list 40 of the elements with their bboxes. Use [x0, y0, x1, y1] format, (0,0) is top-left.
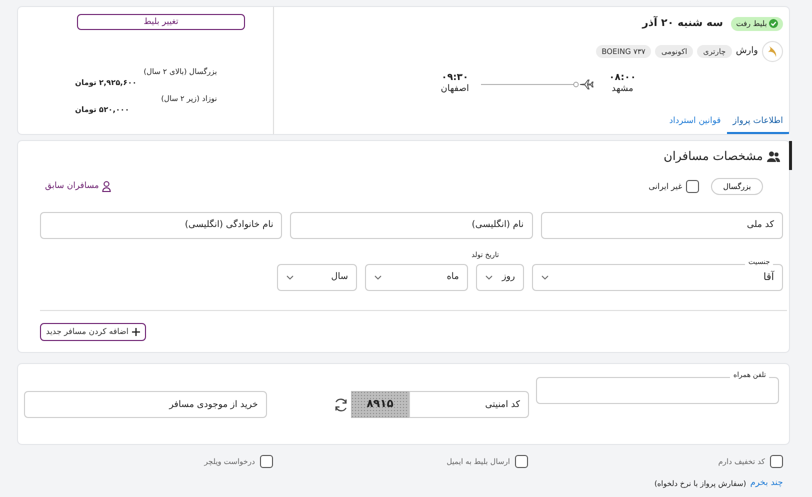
section-title: مشخصات مسافران	[664, 148, 763, 165]
previous-passengers-link[interactable]: مسافران سابق	[45, 180, 111, 193]
option-checkbox[interactable]	[260, 455, 273, 468]
option-checkbox[interactable]	[770, 455, 783, 468]
tab[interactable]: قوانین استرداد	[663, 114, 727, 134]
date-select[interactable]: سال	[277, 264, 357, 292]
airline-name: وارش	[736, 44, 758, 58]
plane-icon	[579, 79, 594, 90]
flight-date: سه شنبه ۲۰ آذر	[642, 16, 724, 31]
non-iranian-checkbox[interactable]	[686, 180, 700, 194]
custom-order-link[interactable]: چند بخرم	[750, 477, 783, 490]
chevron-icon	[485, 274, 493, 282]
option-checkbox[interactable]	[515, 455, 528, 468]
user-icon	[102, 181, 111, 192]
checkbox-label: غیر ایرانی	[648, 180, 682, 193]
refresh-icon[interactable]	[333, 396, 349, 412]
city-name: مشهد	[610, 83, 634, 96]
plus-icon	[132, 328, 140, 336]
add-passenger-button[interactable]: اضافه کردن مسافر جدید	[40, 323, 146, 342]
flight-time: ۰۹:۳۰	[440, 72, 469, 84]
tab[interactable]: اطلاعات پرواز	[726, 114, 789, 134]
name-field[interactable]: نام (انگلیسی)	[290, 212, 533, 240]
date-select[interactable]: ماه	[365, 264, 468, 292]
captcha-field[interactable]: کد امنیتی	[409, 391, 529, 418]
national-id-field[interactable]: کد ملی	[540, 212, 783, 240]
chevron-icon	[286, 274, 294, 282]
captcha-image: ۸۹۱۵	[351, 391, 409, 418]
name-field[interactable]: نام خانوادگی (انگلیسی)	[40, 212, 282, 240]
users-icon	[767, 150, 780, 162]
chevron-icon	[374, 274, 382, 282]
phone-field[interactable]	[536, 377, 779, 404]
wallet-field[interactable]: خرید از موجودی مسافر	[24, 391, 267, 418]
gender-select[interactable]: آقا	[532, 264, 783, 292]
swoosh-icon	[767, 44, 778, 58]
flight-time: ۰۸:۰۰	[609, 72, 636, 84]
chevron-icon	[541, 274, 549, 282]
city-name: اصفهان	[440, 83, 469, 96]
check-icon	[769, 19, 778, 28]
date-select[interactable]: روز	[476, 264, 524, 292]
change-ticket-button[interactable]: تغییر بلیط	[77, 14, 245, 30]
